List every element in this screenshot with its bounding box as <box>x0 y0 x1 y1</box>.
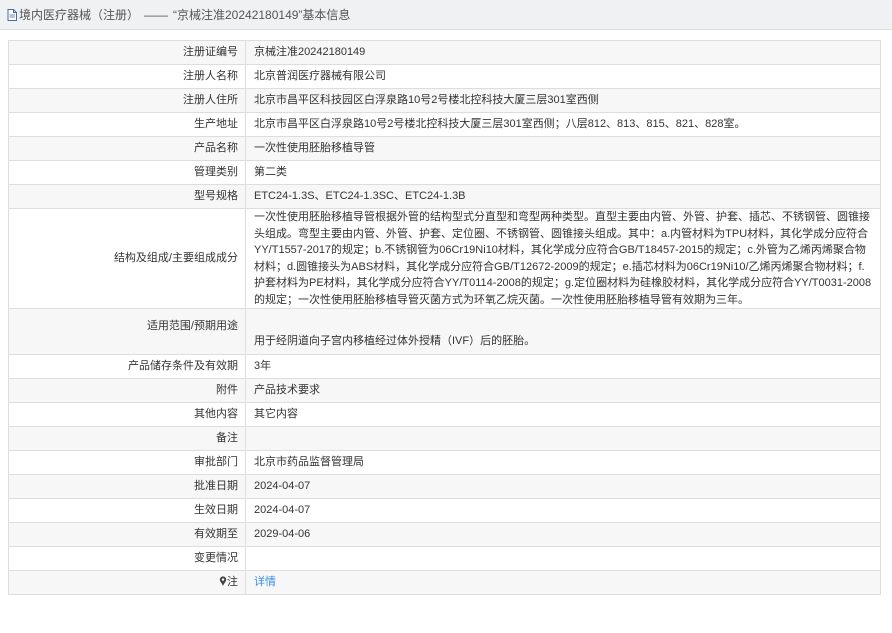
table-row: 审批部门 北京市药品监督管理局 <box>8 450 881 475</box>
row-label: 注册证编号 <box>8 40 246 65</box>
row-value: 北京普润医疗器械有限公司 <box>245 64 881 89</box>
table-row: 附件 产品技术要求 <box>8 378 881 403</box>
table-row: 备注 <box>8 426 881 451</box>
note-label: 注 <box>227 576 238 589</box>
table-row: 批准日期 2024-04-07 <box>8 474 881 499</box>
row-label: 有效期至 <box>8 522 246 547</box>
row-label: 型号规格 <box>8 184 246 209</box>
row-label: 产品储存条件及有效期 <box>8 354 246 379</box>
device-info-table: 注册证编号 京械注准20242180149 注册人名称 北京普润医疗器械有限公司… <box>8 40 881 595</box>
row-value: 产品技术要求 <box>245 378 881 403</box>
row-label: 审批部门 <box>8 450 246 475</box>
header-record-title: “京械注准20242180149”基本信息 <box>173 8 351 22</box>
table-row: 变更情况 <box>8 546 881 571</box>
table-row: 注册人住所 北京市昌平区科技园区白浮泉路10号2号楼北控科技大厦三层301室西侧 <box>8 88 881 113</box>
table-row: 型号规格 ETC24-1.3S、ETC24-1.3SC、ETC24-1.3B <box>8 184 881 209</box>
row-value: 2024-04-07 <box>245 498 881 523</box>
row-value: 第二类 <box>245 160 881 185</box>
row-label: 结构及组成/主要组成成分 <box>8 208 246 309</box>
row-value: 一次性使用胚胎移植导管根据外管的结构型式分直型和弯型两种类型。直型主要由内管、外… <box>245 208 881 309</box>
row-label: 适用范围/预期用途 <box>8 308 246 355</box>
row-label: 管理类别 <box>8 160 246 185</box>
row-label: 备注 <box>8 426 246 451</box>
row-value: 2024-04-07 <box>245 474 881 499</box>
row-label: 产品名称 <box>8 136 246 161</box>
table-row: 适用范围/预期用途 用于经阴道向子宫内移植经过体外授精（IVF）后的胚胎。 <box>8 308 881 355</box>
row-value: 一次性使用胚胎移植导管 <box>245 136 881 161</box>
note-label-cell: 注 <box>8 570 246 595</box>
row-value: 北京市昌平区白浮泉路10号2号楼北控科技大厦三层301室西侧；八层812、813… <box>245 112 881 137</box>
row-label: 其他内容 <box>8 402 246 427</box>
document-icon <box>7 8 17 21</box>
row-value: 其它内容 <box>245 402 881 427</box>
pin-icon <box>219 576 227 587</box>
row-label: 注册人名称 <box>8 64 246 89</box>
table-row: 其他内容 其它内容 <box>8 402 881 427</box>
row-label: 生效日期 <box>8 498 246 523</box>
row-value <box>245 426 881 451</box>
header-category: 境内医疗器械（注册） <box>19 8 140 22</box>
row-label: 附件 <box>8 378 246 403</box>
row-value: 2029-04-06 <box>245 522 881 547</box>
row-value: 北京市昌平区科技园区白浮泉路10号2号楼北控科技大厦三层301室西侧 <box>245 88 881 113</box>
table-row: 结构及组成/主要组成成分 一次性使用胚胎移植导管根据外管的结构型式分直型和弯型两… <box>8 208 881 309</box>
row-value: 京械注准20242180149 <box>245 40 881 65</box>
row-value: 用于经阴道向子宫内移植经过体外授精（IVF）后的胚胎。 <box>245 308 881 355</box>
table-row: 产品名称 一次性使用胚胎移植导管 <box>8 136 881 161</box>
row-label: 注册人住所 <box>8 88 246 113</box>
details-link[interactable]: 详情 <box>254 576 276 588</box>
row-value <box>245 546 881 571</box>
table-row: 管理类别 第二类 <box>8 160 881 185</box>
row-value: 北京市药品监督管理局 <box>245 450 881 475</box>
row-label: 变更情况 <box>8 546 246 571</box>
row-value: 3年 <box>245 354 881 379</box>
row-label: 生产地址 <box>8 112 246 137</box>
note-row: 注 详情 <box>8 570 881 595</box>
note-value-cell: 详情 <box>245 570 881 595</box>
table-row: 有效期至 2029-04-06 <box>8 522 881 547</box>
table-row: 注册人名称 北京普润医疗器械有限公司 <box>8 64 881 89</box>
row-label: 批准日期 <box>8 474 246 499</box>
header-separator: —— <box>144 7 169 22</box>
table-row: 产品储存条件及有效期 3年 <box>8 354 881 379</box>
table-row: 生产地址 北京市昌平区白浮泉路10号2号楼北控科技大厦三层301室西侧；八层81… <box>8 112 881 137</box>
table-row: 生效日期 2024-04-07 <box>8 498 881 523</box>
row-value: ETC24-1.3S、ETC24-1.3SC、ETC24-1.3B <box>245 184 881 209</box>
page-header: 境内医疗器械（注册） —— “京械注准20242180149”基本信息 <box>0 0 892 30</box>
table-row: 注册证编号 京械注准20242180149 <box>8 40 881 65</box>
